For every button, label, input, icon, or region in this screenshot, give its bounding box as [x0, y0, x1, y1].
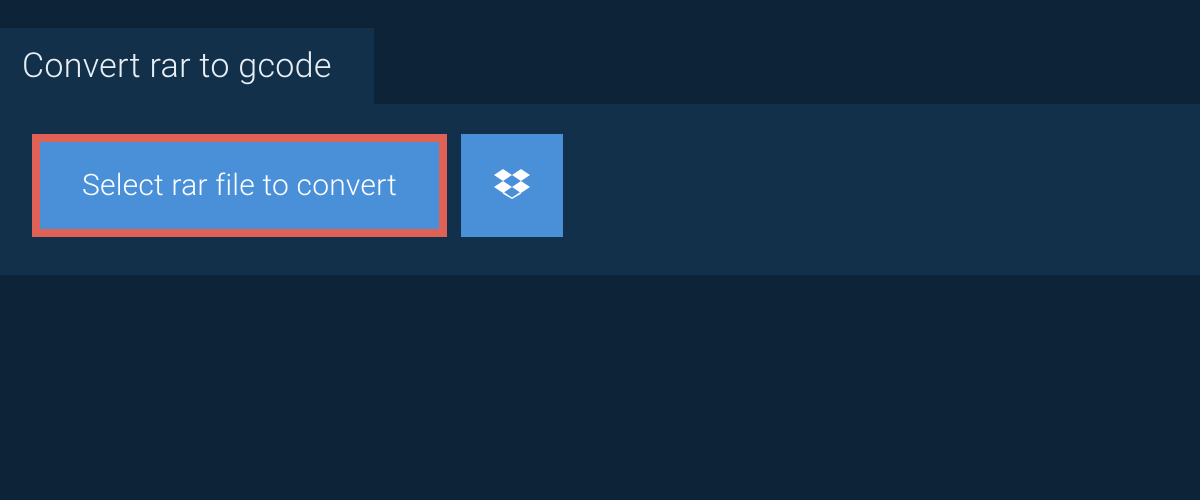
tab-title: Convert rar to gcode	[22, 46, 332, 86]
tab-header: Convert rar to gcode	[0, 28, 374, 104]
dropbox-button[interactable]	[461, 134, 563, 237]
dropbox-icon	[494, 166, 530, 205]
main-panel: Select rar file to convert	[0, 104, 1200, 275]
button-row: Select rar file to convert	[32, 134, 1168, 237]
select-file-button[interactable]: Select rar file to convert	[32, 134, 447, 237]
